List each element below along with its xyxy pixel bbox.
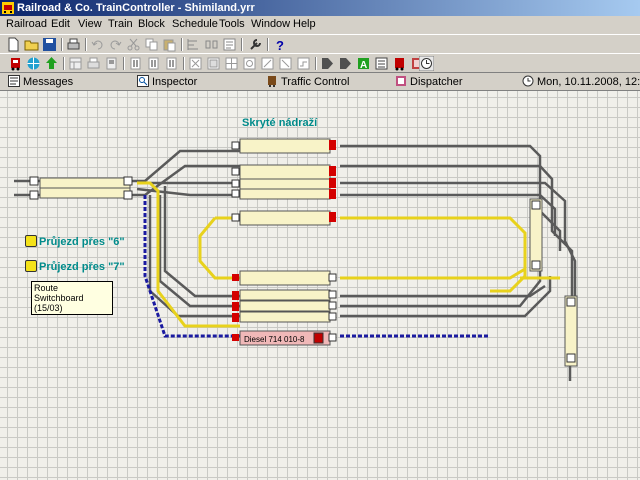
train-red-icon[interactable] <box>8 56 23 71</box>
arrow-up-icon[interactable] <box>44 56 59 71</box>
tab-traffic-control-label: Traffic Control <box>281 76 350 88</box>
clock-icon <box>522 75 534 87</box>
block-vertical-1[interactable] <box>529 198 543 272</box>
route-7-label: Průjezd přes "7" <box>39 261 125 273</box>
menu-view[interactable]: View <box>78 18 102 30</box>
route-icon <box>25 260 37 272</box>
play-icon-2[interactable] <box>338 56 353 71</box>
window-tab-bar: Messages Inspector Traffic Control Dispa… <box>0 73 640 91</box>
svg-text:A: A <box>360 60 367 71</box>
cut-icon[interactable] <box>126 37 141 52</box>
menu-edit[interactable]: Edit <box>51 18 70 30</box>
route-icon <box>25 235 37 247</box>
symbol-icon[interactable] <box>104 56 119 71</box>
menu-help[interactable]: Help <box>293 18 316 30</box>
locomotive-icon <box>313 332 324 344</box>
menu-railroad[interactable]: Railroad <box>6 18 47 30</box>
toolbar-main: ? <box>0 34 640 54</box>
menu-schedule[interactable]: Schedule <box>172 18 218 30</box>
tab-messages[interactable]: Messages <box>8 75 73 89</box>
square-icon[interactable] <box>206 56 221 71</box>
tooltip: Route Switchboard (15/03) <box>31 281 113 315</box>
open-folder-icon[interactable] <box>24 37 39 52</box>
tab-dispatcher-label: Dispatcher <box>410 76 463 88</box>
block-icon-1[interactable] <box>128 56 143 71</box>
block-vertical-2[interactable] <box>564 295 578 367</box>
stop-train-icon[interactable] <box>392 56 407 71</box>
link-icon[interactable] <box>260 56 275 71</box>
menu-window[interactable]: Window <box>251 18 290 30</box>
copy-icon[interactable] <box>144 37 159 52</box>
wrench-icon[interactable] <box>248 37 263 52</box>
grid-icon[interactable] <box>224 56 239 71</box>
block-icon-3[interactable] <box>164 56 179 71</box>
properties-icon[interactable] <box>222 37 237 52</box>
messages-icon <box>8 75 20 87</box>
save-icon[interactable] <box>42 37 57 52</box>
cross-icon[interactable] <box>188 56 203 71</box>
printer-small-icon[interactable] <box>86 56 101 71</box>
yellow-tracks <box>137 181 560 328</box>
automatic-icon[interactable]: A <box>356 56 371 71</box>
tab-clock-label: Mon, 10.11.2008, 12:01... <box>537 76 640 88</box>
diagonal-icon[interactable] <box>278 56 293 71</box>
block-icon-2[interactable] <box>146 56 161 71</box>
new-file-icon[interactable] <box>6 37 21 52</box>
contact-icon[interactable] <box>242 56 257 71</box>
help-icon[interactable]: ? <box>272 37 287 52</box>
play-icon-1[interactable] <box>320 56 335 71</box>
menu-bar: Railroad Edit View Train Block Schedule … <box>0 16 640 33</box>
title-bar: Railroad & Co. TrainController - Shimila… <box>0 0 640 16</box>
distribute-icon[interactable] <box>204 37 219 52</box>
clock-icon[interactable] <box>419 56 434 71</box>
align-icon[interactable] <box>186 37 201 52</box>
block-track-3[interactable] <box>231 178 336 190</box>
redo-icon[interactable] <box>108 37 123 52</box>
tab-clock[interactable]: Mon, 10.11.2008, 12:01... <box>522 75 640 89</box>
block-track-1[interactable] <box>231 138 336 154</box>
traffic-control-icon <box>268 76 276 87</box>
block-entry[interactable] <box>29 176 133 200</box>
tooltip-line-1: Route <box>34 283 59 293</box>
app-icon <box>2 2 14 14</box>
switchboard-canvas[interactable]: Diesel 714 010-8 Skryté nádraží Průjezd … <box>0 91 640 480</box>
block-track-7[interactable] <box>232 289 337 301</box>
tab-traffic-control[interactable]: Traffic Control <box>266 75 349 89</box>
route-button-7[interactable]: Průjezd přes "7" <box>25 260 125 274</box>
tab-messages-label: Messages <box>23 76 74 88</box>
dispatcher-icon <box>396 76 406 86</box>
tooltip-line-2: Switchboard (15/03) <box>34 293 84 313</box>
svg-text:?: ? <box>276 38 284 52</box>
block-track-9[interactable] <box>232 311 337 323</box>
globe-icon[interactable] <box>26 56 41 71</box>
tab-dispatcher[interactable]: Dispatcher <box>395 75 463 89</box>
step-icon[interactable] <box>296 56 311 71</box>
toolbar-operations: A <box>0 53 640 73</box>
block-track-6[interactable] <box>232 270 337 286</box>
station-title: Skryté nádraží <box>242 117 318 129</box>
train-label: Diesel 714 010-8 <box>244 335 305 344</box>
station-blocks[interactable] <box>231 138 337 346</box>
paste-icon[interactable] <box>162 37 177 52</box>
route-6-label: Průjezd přes "6" <box>39 236 125 248</box>
tab-inspector[interactable]: Inspector <box>137 75 197 89</box>
block-track-2[interactable] <box>231 164 336 180</box>
route-button-6[interactable]: Průjezd přes "6" <box>25 235 125 249</box>
block-track-4[interactable] <box>231 188 336 200</box>
print-icon[interactable] <box>66 37 81 52</box>
menu-block[interactable]: Block <box>138 18 165 30</box>
undo-icon[interactable] <box>90 37 105 52</box>
window-title: Railroad & Co. TrainController - Shimila… <box>17 2 255 14</box>
block-track-5[interactable] <box>231 210 336 226</box>
tab-inspector-label: Inspector <box>152 76 198 88</box>
schedule-icon[interactable] <box>374 56 389 71</box>
menu-train[interactable]: Train <box>108 18 133 30</box>
menu-tools[interactable]: Tools <box>219 18 245 30</box>
inspector-icon <box>137 75 149 87</box>
layout-icon[interactable] <box>68 56 83 71</box>
block-track-8[interactable] <box>232 300 337 312</box>
